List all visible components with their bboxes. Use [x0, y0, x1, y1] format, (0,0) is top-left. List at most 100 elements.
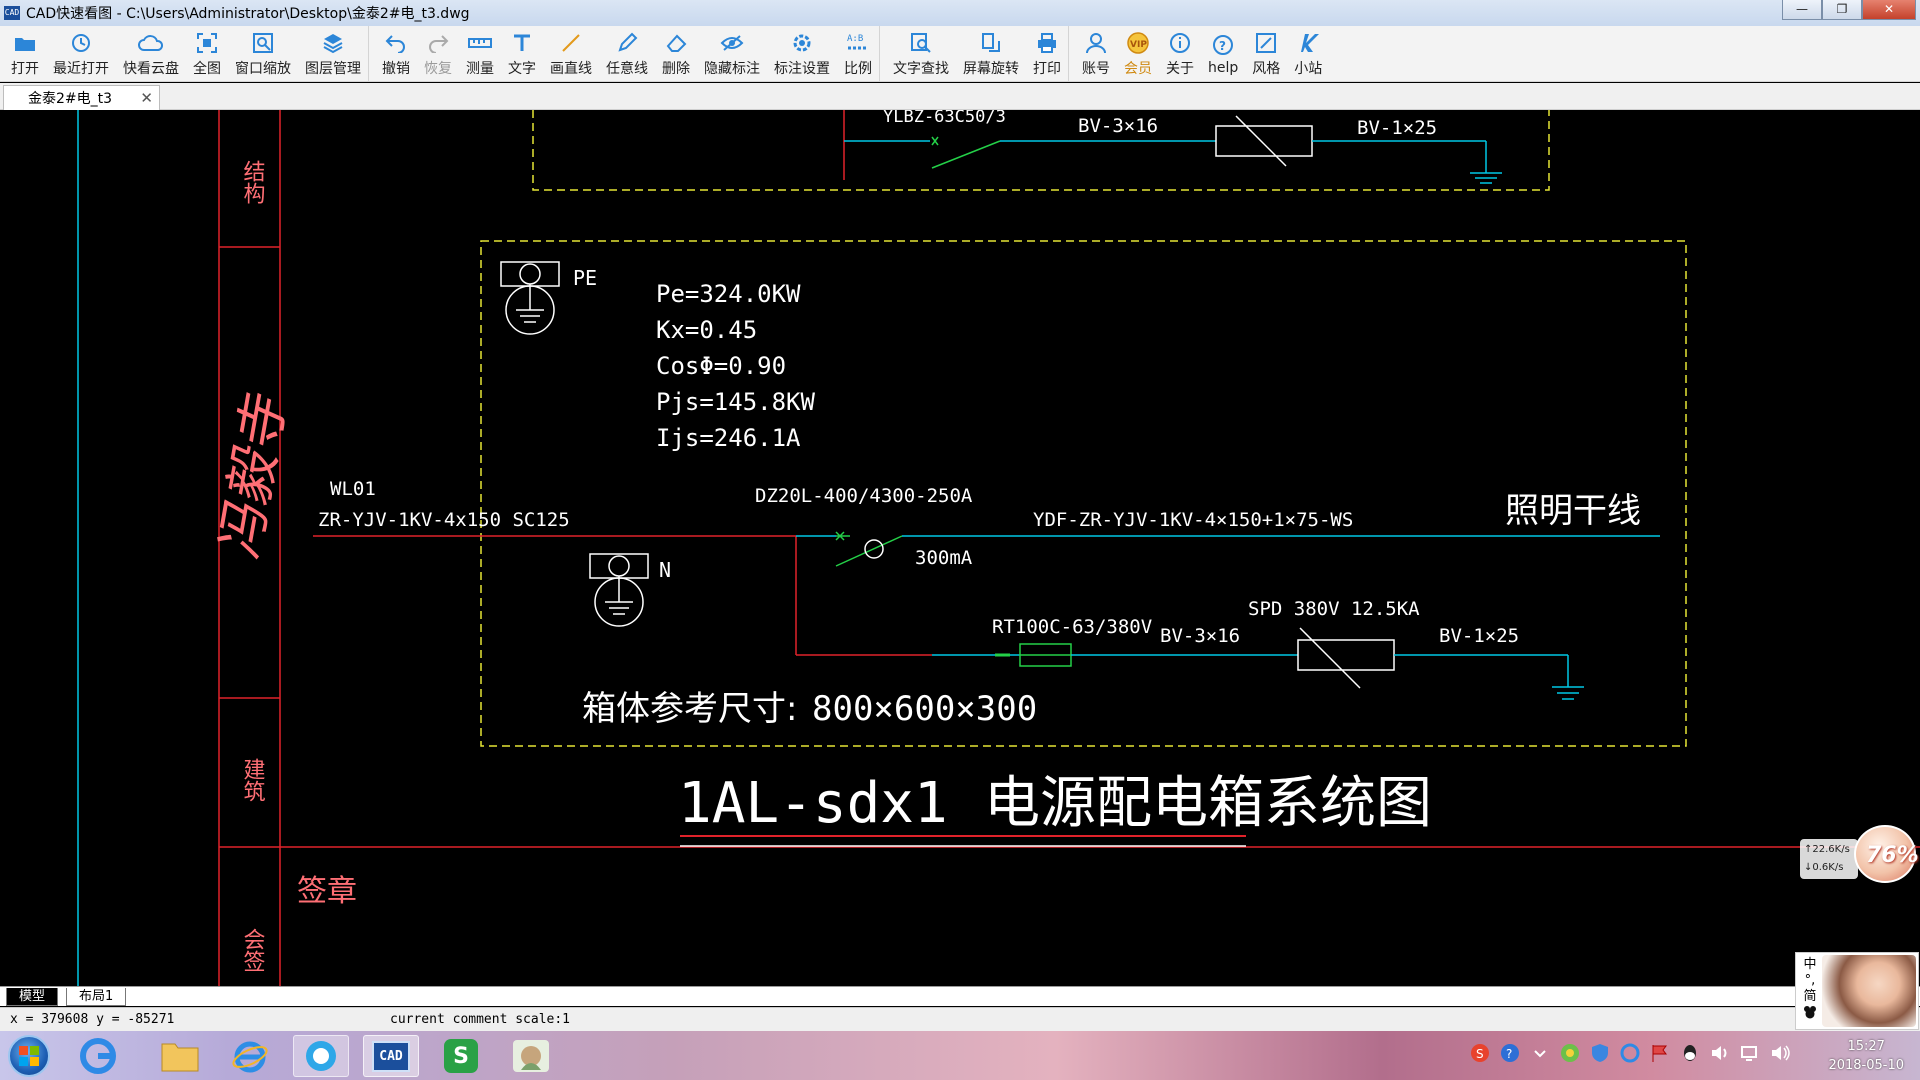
spd-box [1297, 639, 1395, 671]
folder-icon [161, 1043, 199, 1072]
line-button[interactable]: 画直线 [543, 26, 599, 81]
mark-settings-button[interactable]: 标注设置 [767, 26, 837, 81]
ime-punct: °, [1804, 973, 1816, 988]
net-speed-widget[interactable]: ↑22.6K/s ↓0.6K/s 76% [1800, 825, 1920, 885]
upper-spd-box [1215, 125, 1313, 157]
flag-icon[interactable] [1650, 1043, 1670, 1063]
kx-text: Kx=0.45 [656, 316, 757, 344]
pe-load-text: Pe=324.0KW [656, 280, 801, 308]
rotate-button[interactable]: 屏幕旋转 [956, 26, 1026, 81]
box-size-label: 箱体参考尺寸: [582, 689, 797, 729]
measure-label: 测量 [466, 60, 494, 77]
station-button[interactable]: 小站 [1287, 26, 1329, 81]
taskbar-browser-g[interactable] [70, 1035, 126, 1077]
title-bar: CAD CAD快速看图 - C:\Users\Administrator\Des… [0, 0, 1920, 26]
taskbar-photo-app[interactable] [503, 1035, 559, 1077]
n-terminal-circle [608, 555, 630, 577]
pe-label: PE [573, 266, 597, 290]
cos-text: CosΦ=0.90 [656, 352, 786, 380]
shield-icon[interactable] [1590, 1043, 1610, 1063]
text-button[interactable]: 文字 [501, 26, 543, 81]
tray-arrow-icon[interactable] [1530, 1043, 1550, 1063]
delete-button[interactable]: 删除 [655, 26, 697, 81]
redo-button[interactable]: 恢复 [417, 26, 459, 81]
open-label: 打开 [11, 60, 39, 77]
ime-status[interactable]: 中 °, 简 [1799, 957, 1821, 1024]
hide-marks-label: 隐藏标注 [704, 60, 760, 77]
taskbar-ie[interactable] [222, 1035, 278, 1077]
user-icon [1085, 30, 1107, 56]
print-button[interactable]: 打印 [1026, 26, 1069, 81]
start-button[interactable] [8, 1035, 50, 1077]
rotate-label: 屏幕旋转 [963, 60, 1019, 77]
tab-close-icon[interactable]: ✕ [140, 89, 153, 107]
pe-terminal-box [500, 261, 560, 287]
account-button[interactable]: 账号 [1075, 26, 1117, 81]
ijs-text: Ijs=246.1A [656, 424, 801, 452]
network-icon[interactable] [1740, 1043, 1760, 1063]
line-tool-icon [560, 30, 582, 56]
volume-icon[interactable] [1770, 1043, 1790, 1063]
style-button[interactable]: 风格 [1245, 26, 1287, 81]
sign-column-label: 会签 [240, 928, 266, 972]
taskbar-qq-browser[interactable] [293, 1035, 349, 1077]
taskbar-cad-viewer[interactable]: CAD [363, 1035, 419, 1077]
polyline-button[interactable]: 任意线 [599, 26, 655, 81]
document-tab[interactable]: 金泰2#电_t3 ✕ [3, 85, 160, 110]
upper-spd-slash [1235, 115, 1287, 167]
help-icon: ? [1212, 32, 1234, 58]
taskbar-explorer[interactable] [152, 1035, 208, 1077]
undo-button[interactable]: 撤销 [375, 26, 417, 81]
eraser-icon [665, 30, 687, 56]
line-label: 画直线 [550, 60, 592, 77]
ime-skin-photo [1822, 955, 1916, 1027]
ime-simplified: 简 [1803, 989, 1817, 1004]
status-bar: x = 379608 y = -85271 current comment sc… [0, 1007, 1920, 1031]
n-ground-icon [605, 576, 633, 615]
taskbar-wps[interactable]: S [433, 1035, 489, 1077]
360-guard-icon[interactable] [1560, 1043, 1580, 1063]
pjs-text: Pjs=145.8KW [656, 388, 815, 416]
tab-layout1[interactable]: 布局1 [66, 988, 127, 1006]
qq-browser-icon [306, 1041, 336, 1071]
layers-button[interactable]: 图层管理 [298, 26, 369, 81]
scale-button[interactable]: A:B 比例 [837, 26, 880, 81]
cursor-coordinates: x = 379608 y = -85271 [10, 1012, 175, 1027]
cloud-icon [138, 30, 164, 56]
window-title: CAD快速看图 - C:\Users\Administrator\Desktop… [26, 6, 470, 22]
find-text-button[interactable]: 文字查找 [886, 26, 956, 81]
tab-model[interactable]: 模型 [6, 988, 59, 1006]
measure-button[interactable]: 测量 [459, 26, 501, 81]
ie-icon [232, 1041, 268, 1073]
stamp-label: 签章 [297, 874, 357, 909]
window-zoom-button[interactable]: 窗口缩放 [228, 26, 298, 81]
sogou-icon[interactable]: S [1470, 1043, 1490, 1063]
layers-label: 图层管理 [305, 60, 361, 77]
browser-tray-icon[interactable] [1620, 1043, 1640, 1063]
close-button[interactable]: ✕ [1862, 0, 1916, 20]
about-button[interactable]: 关于 [1159, 26, 1201, 81]
fit-button[interactable]: 全图 [186, 26, 228, 81]
hide-marks-button[interactable]: 隐藏标注 [697, 26, 767, 81]
spd-label: SPD 380V 12.5KA [1248, 598, 1420, 620]
svg-text:VIP: VIP [1130, 40, 1147, 50]
maximize-button[interactable]: ❐ [1822, 0, 1862, 20]
minimize-button[interactable]: — [1782, 0, 1822, 20]
help-tray-icon[interactable]: ? [1500, 1043, 1520, 1063]
vip-label: 会员 [1124, 60, 1152, 77]
info-icon [1169, 30, 1191, 56]
open-button[interactable]: 打开 [4, 26, 46, 81]
cloud-button[interactable]: 快看云盘 [116, 26, 186, 81]
drawing-canvas[interactable]: 结构 建筑 会签 签章 冯毅寺 YLBZ-63C50/3 BV-3×16 BV-… [0, 110, 1920, 986]
taskbar-clock[interactable]: 15:27 2018-05-10 [1828, 1037, 1904, 1075]
wps-icon: S [444, 1039, 478, 1073]
help-button[interactable]: ? help [1201, 26, 1245, 81]
speaker-icon[interactable] [1710, 1043, 1730, 1063]
recent-button[interactable]: 最近打开 [46, 26, 116, 81]
app-icon: CAD [4, 6, 20, 20]
bv-a-label: BV-3×16 [1160, 625, 1240, 647]
qq-icon[interactable] [1680, 1043, 1700, 1063]
ime-widget[interactable]: 中 °, 简 [1795, 952, 1919, 1030]
system-tray: S ? 15:27 2018-05-10 [1450, 1031, 1920, 1080]
vip-button[interactable]: VIP 会员 [1117, 26, 1159, 81]
